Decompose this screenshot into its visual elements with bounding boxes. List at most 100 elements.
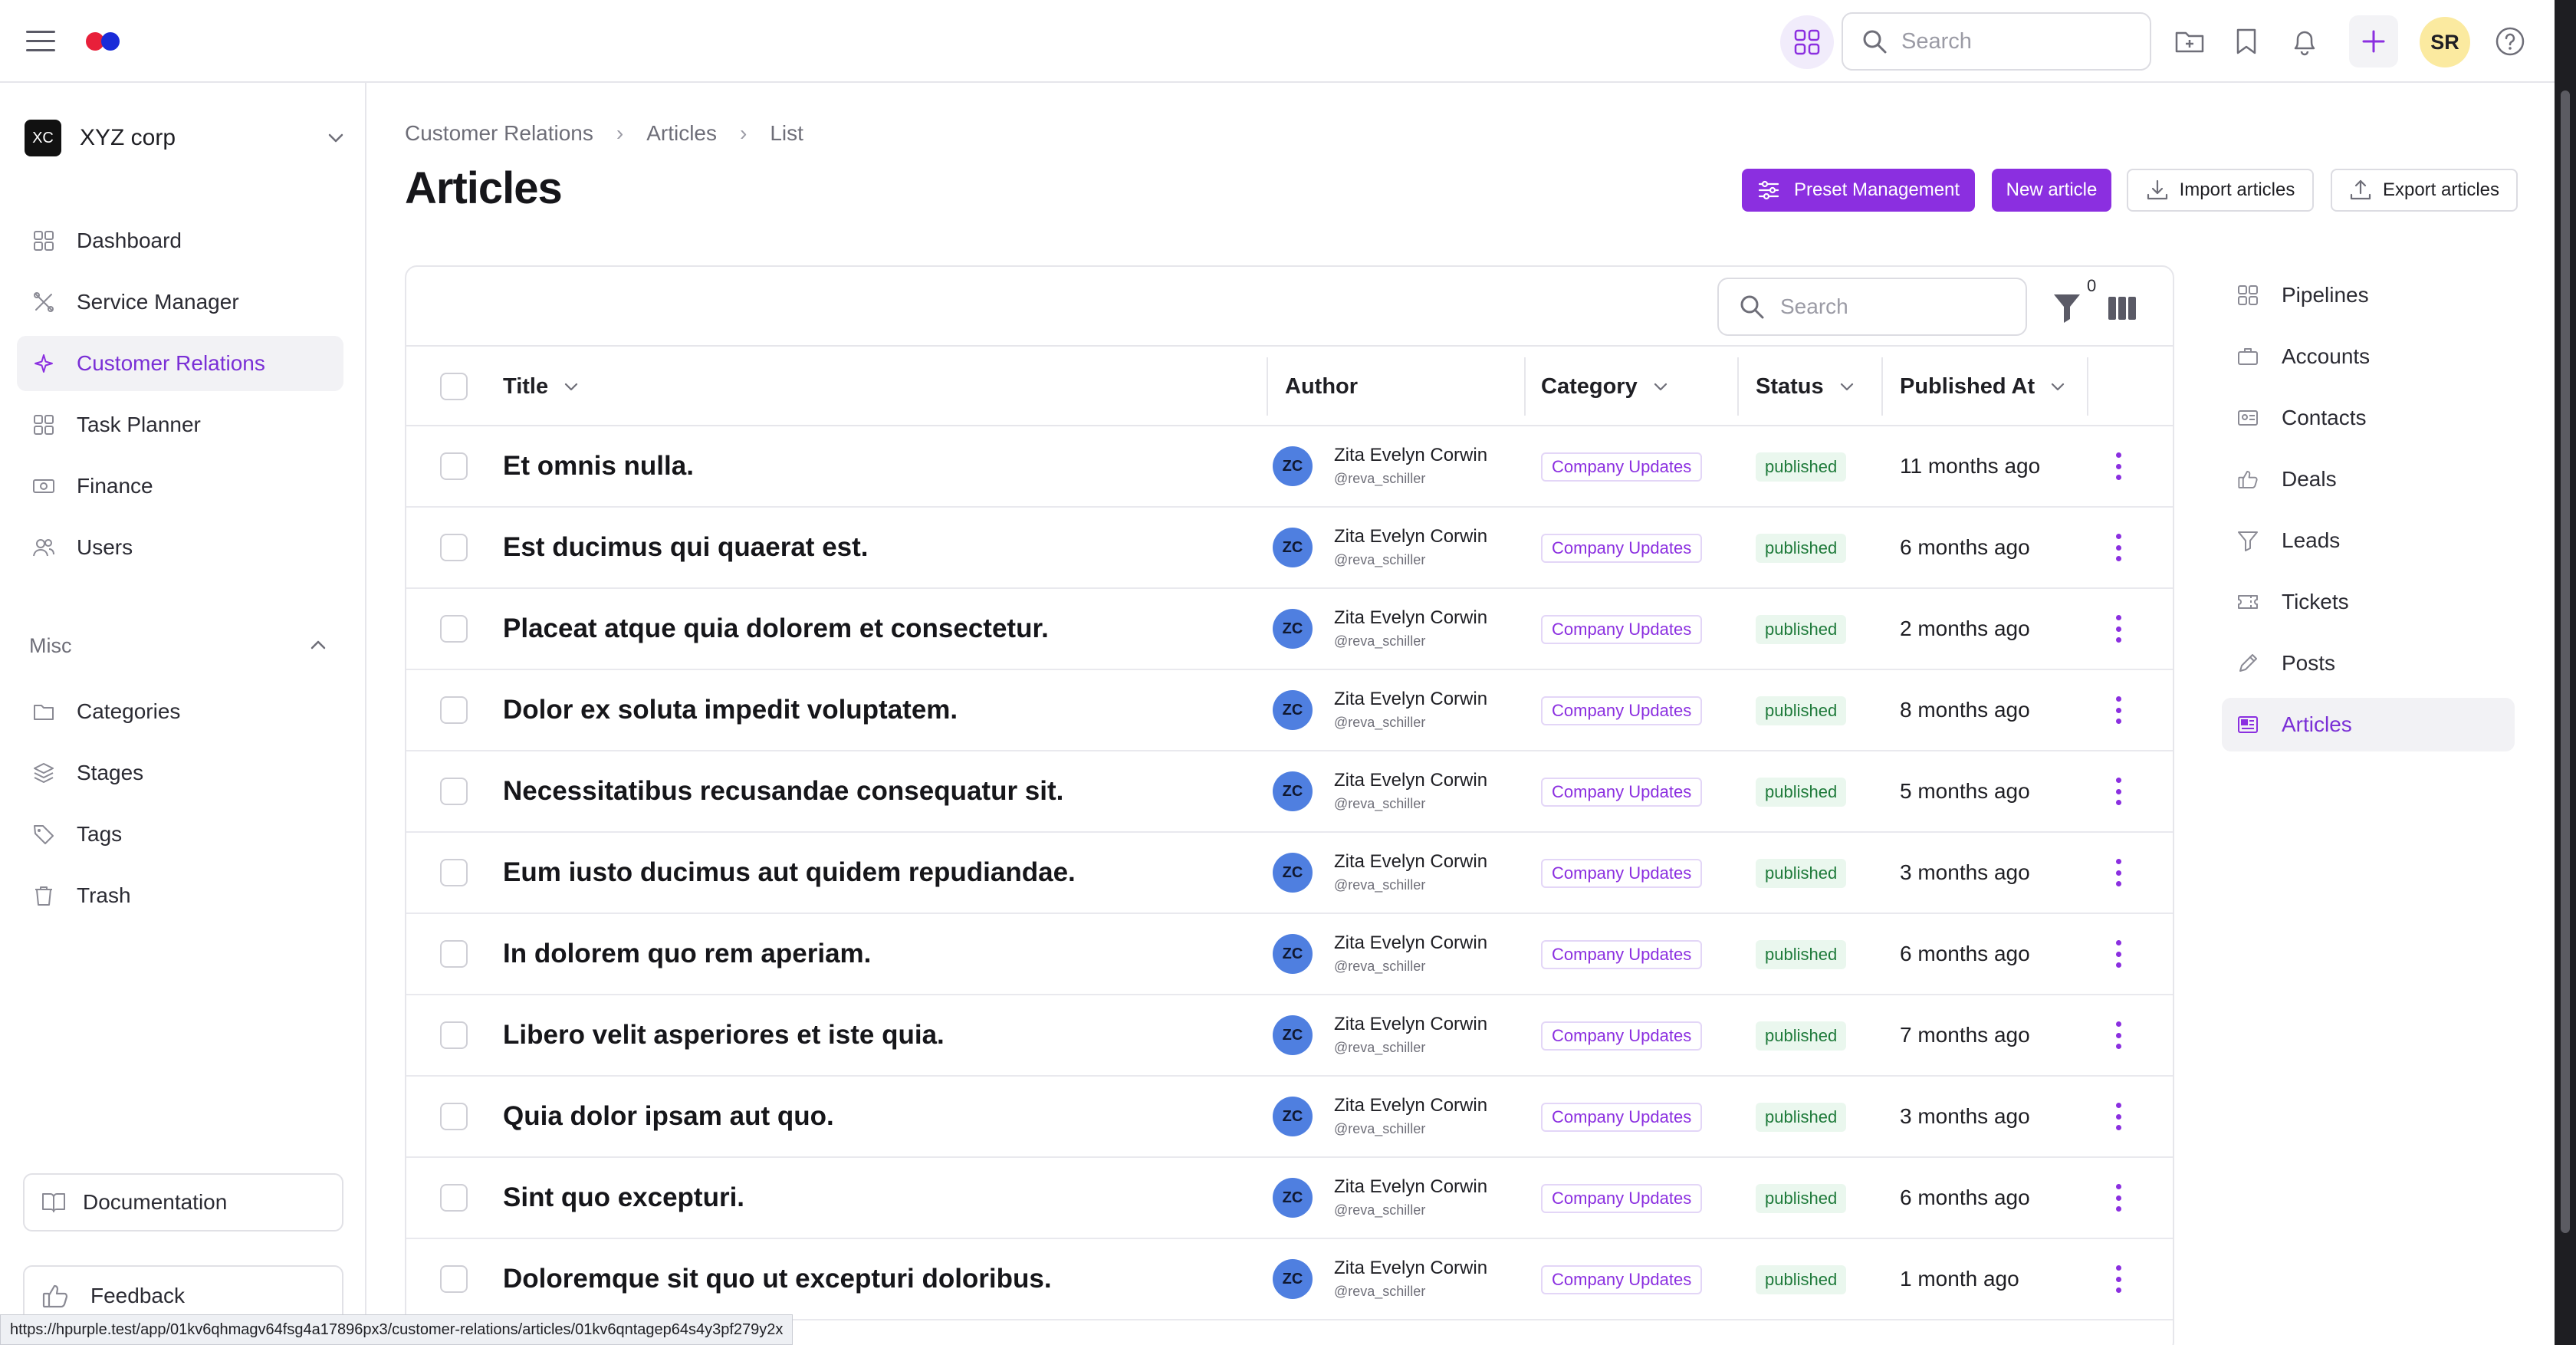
table-row[interactable]: Libero velit asperiores et iste quia. ZC Z… [406,995,2173,1077]
table-row[interactable]: Dolor ex soluta impedit voluptatem. ZC Zit… [406,670,2173,751]
export-articles-button[interactable]: Export articles [2331,169,2518,212]
sidebar-item-stages[interactable]: Stages [17,745,343,801]
more-actions-icon[interactable] [2107,776,2130,807]
org-switcher[interactable]: XC XYZ corp [25,115,347,161]
right-nav-item-leads[interactable]: Leads [2222,514,2515,567]
article-title[interactable]: Placeat atque quia dolorem et consectetu… [503,589,1049,669]
apps-grid-icon[interactable] [1780,15,1834,69]
table-row[interactable]: Quia dolor ipsam aut quo. ZC Zita Evelyn C… [406,1077,2173,1158]
sidebar-item-categories[interactable]: Categories [17,684,343,739]
sidebar-item-dashboard[interactable]: Dashboard [17,213,343,268]
right-nav-item-contacts[interactable]: Contacts [2222,391,2515,445]
column-header-status[interactable]: Status [1756,347,1856,426]
help-icon[interactable] [2492,23,2528,60]
article-title[interactable]: In dolorem quo rem aperiam. [503,914,871,994]
right-nav-item-tickets[interactable]: Tickets [2222,575,2515,629]
more-actions-icon[interactable] [2107,613,2130,644]
table-row[interactable]: Est ducimus qui quaerat est. ZC Zita Evely… [406,508,2173,589]
column-header-published-at[interactable]: Published At [1900,347,2067,426]
more-actions-icon[interactable] [2107,1020,2130,1051]
breadcrumb-item[interactable]: Customer Relations [405,121,593,146]
sidebar-item-customer-relations[interactable]: Customer Relations [17,336,343,391]
category-badge: Company Updates [1541,1184,1703,1213]
more-actions-icon[interactable] [2107,532,2130,563]
sidebar-item-finance[interactable]: Finance [17,459,343,514]
user-avatar[interactable]: SR [2420,17,2470,67]
folder-add-icon[interactable] [2171,23,2208,60]
author-name: Zita Evelyn Corwin [1334,1258,1488,1278]
right-nav-item-articles[interactable]: Articles [2222,698,2515,751]
more-actions-icon[interactable] [2107,451,2130,482]
article-title[interactable]: Est ducimus qui quaerat est. [503,508,869,587]
row-checkbox[interactable] [440,452,468,480]
sidebar-item-service-manager[interactable]: Service Manager [17,275,343,330]
more-actions-icon[interactable] [2107,1101,2130,1132]
column-divider[interactable] [2087,357,2088,416]
logo[interactable] [86,32,123,51]
table-row[interactable]: Eum iusto ducimus aut quidem repudiandae… [406,833,2173,914]
row-checkbox[interactable] [440,1103,468,1130]
row-checkbox[interactable] [440,940,468,968]
article-title[interactable]: Sint quo excepturi. [503,1158,744,1238]
row-checkbox[interactable] [440,696,468,724]
table-row[interactable]: Placeat atque quia dolorem et consectetu… [406,589,2173,670]
sidebar-item-users[interactable]: Users [17,520,343,575]
right-nav-item-pipelines[interactable]: Pipelines [2222,268,2515,322]
bookmark-icon[interactable] [2228,23,2265,60]
documentation-button[interactable]: Documentation [23,1173,343,1232]
right-nav-item-deals[interactable]: Deals [2222,452,2515,506]
row-checkbox[interactable] [440,615,468,643]
right-nav-item-posts[interactable]: Posts [2222,636,2515,690]
row-checkbox[interactable] [440,1265,468,1293]
bell-icon[interactable] [2286,23,2323,60]
article-title[interactable]: Necessitatibus recusandae consequatur si… [503,751,1063,831]
link-preview-url: https://hpurple.test/app/01kv6qhmagv64fs… [0,1314,794,1345]
table-row[interactable]: Et omnis nulla. ZC Zita Evelyn Corwin @reva… [406,426,2173,508]
more-actions-icon[interactable] [2107,939,2130,969]
misc-section-toggle[interactable]: Misc [29,630,328,661]
select-all-checkbox[interactable] [440,347,468,426]
article-title[interactable]: Dolor ex soluta impedit voluptatem. [503,670,958,750]
article-title[interactable]: Eum iusto ducimus aut quidem repudiandae… [503,833,1076,913]
new-article-button[interactable]: New article [1992,169,2111,212]
column-divider[interactable] [1524,357,1526,416]
column-divider[interactable] [1737,357,1739,416]
breadcrumb-item[interactable]: Articles [646,121,717,146]
users-icon [31,534,57,561]
column-divider[interactable] [1267,357,1268,416]
table-row[interactable]: Doloremque sit quo ut excepturi doloribu… [406,1239,2173,1320]
row-checkbox[interactable] [440,1021,468,1049]
import-articles-button[interactable]: Import articles [2127,169,2314,212]
plus-icon[interactable] [2349,15,2398,67]
column-header-category[interactable]: Category [1541,347,1670,426]
more-actions-icon[interactable] [2107,695,2130,725]
row-checkbox[interactable] [440,859,468,886]
row-checkbox[interactable] [440,1184,468,1212]
global-search-input[interactable]: Search [1842,12,2151,71]
more-actions-icon[interactable] [2107,1182,2130,1213]
sidebar-item-task-planner[interactable]: Task Planner [17,397,343,452]
sidebar-item-tags[interactable]: Tags [17,807,343,862]
row-checkbox[interactable] [440,778,468,805]
thumbs-up-icon [2238,470,2258,488]
article-title[interactable]: Quia dolor ipsam aut quo. [503,1077,834,1156]
preset-management-button[interactable]: Preset Management [1742,169,1975,212]
more-actions-icon[interactable] [2107,1264,2130,1294]
scrollbar-thumb[interactable] [2561,90,2570,1233]
more-actions-icon[interactable] [2107,857,2130,888]
column-header-title[interactable]: Title [503,347,580,426]
columns-icon[interactable] [2107,294,2137,322]
table-row[interactable]: Sint quo excepturi. ZC Zita Evelyn Corwin @… [406,1158,2173,1239]
article-title[interactable]: Libero velit asperiores et iste quia. [503,995,945,1075]
table-row[interactable]: Necessitatibus recusandae consequatur si… [406,751,2173,833]
filter-icon[interactable] [2052,291,2082,325]
right-nav-item-accounts[interactable]: Accounts [2222,330,2515,383]
article-title[interactable]: Et omnis nulla. [503,426,694,506]
table-row[interactable]: In dolorem quo rem aperiam. ZC Zita Evelyn… [406,914,2173,995]
row-checkbox[interactable] [440,534,468,561]
menu-icon[interactable] [26,31,55,52]
column-divider[interactable] [1881,357,1883,416]
article-title[interactable]: Doloremque sit quo ut excepturi doloribu… [503,1239,1052,1319]
sidebar-item-trash[interactable]: Trash [17,868,343,923]
table-search-input[interactable]: Search [1717,278,2027,336]
